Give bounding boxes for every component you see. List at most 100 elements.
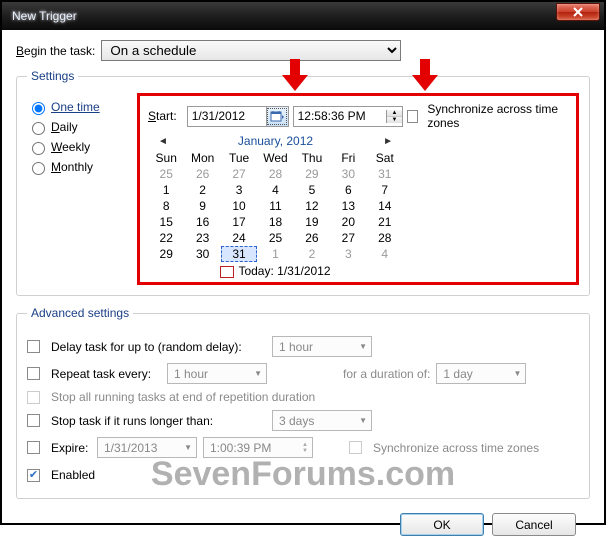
calendar-day-cell[interactable]: 18 <box>257 214 293 230</box>
duration-combo: 1 day▼ <box>436 363 526 384</box>
enabled-label: Enabled <box>51 468 95 482</box>
calendar-day-cell[interactable]: 29 <box>294 166 330 182</box>
calendar-day-cell[interactable]: 2 <box>294 246 330 262</box>
chevron-down-icon: ▼ <box>359 416 367 425</box>
calendar-day-cell[interactable]: 17 <box>221 214 257 230</box>
repeat-combo: 1 hour▼ <box>167 363 267 384</box>
calendar-day-cell[interactable]: 9 <box>184 198 220 214</box>
calendar-day-cell[interactable]: 15 <box>148 214 184 230</box>
duration-label: for a duration of: <box>343 367 430 381</box>
calendar-today-row[interactable]: Today: 1/31/2012 <box>148 262 403 278</box>
delay-checkbox[interactable] <box>27 340 40 353</box>
calendar-icon <box>270 109 284 123</box>
annotation-arrow-icon <box>410 59 440 93</box>
calendar-prev-button[interactable]: ◄ <box>152 136 174 147</box>
repeat-checkbox[interactable] <box>27 367 40 380</box>
calendar-day-cell[interactable]: 4 <box>367 246 403 262</box>
window-title: New Trigger <box>12 9 556 23</box>
calendar-day-cell[interactable]: 21 <box>367 214 403 230</box>
calendar-day-cell[interactable]: 20 <box>330 214 366 230</box>
calendar-day-cell[interactable]: 1 <box>148 182 184 198</box>
calendar-day-cell[interactable]: 7 <box>367 182 403 198</box>
delay-combo: 1 hour▼ <box>272 336 372 357</box>
calendar-grid: SunMonTueWedThuFriSat2526272829303112345… <box>148 150 403 262</box>
calendar-day-cell[interactable]: 3 <box>330 246 366 262</box>
calendar-day-cell[interactable]: 12 <box>294 198 330 214</box>
calendar-day-cell[interactable]: 31 <box>367 166 403 182</box>
calendar-day-header: Sat <box>367 150 403 166</box>
calendar-day-cell[interactable]: 3 <box>221 182 257 198</box>
chevron-down-icon[interactable]: ▼ <box>387 117 402 123</box>
calendar-next-button[interactable]: ► <box>377 136 399 147</box>
start-time-value: 12:58:36 PM <box>294 107 386 125</box>
delay-label: Delay task for up to (random delay): <box>51 340 266 354</box>
stop-if-checkbox[interactable] <box>27 414 40 427</box>
calendar-day-cell[interactable]: 22 <box>148 230 184 246</box>
start-date-field[interactable]: 1/31/2012 <box>187 106 289 127</box>
stop-if-label: Stop task if it runs longer than: <box>51 414 266 428</box>
date-picker-button[interactable] <box>266 107 288 126</box>
calendar-day-header: Mon <box>184 150 220 166</box>
calendar-day-cell[interactable]: 1 <box>257 246 293 262</box>
sync-timezones-checkbox[interactable] <box>407 110 418 123</box>
calendar-day-cell[interactable]: 24 <box>221 230 257 246</box>
calendar-today-label: Today: 1/31/2012 <box>238 264 330 278</box>
expire-time-field: 1:00:39 PM ▲▼ <box>203 437 313 458</box>
radio-monthly[interactable] <box>32 162 45 175</box>
calendar-day-cell[interactable]: 11 <box>257 198 293 214</box>
repeat-label: Repeat task every: <box>51 367 161 381</box>
title-bar: New Trigger <box>2 2 604 30</box>
calendar-day-cell[interactable]: 19 <box>294 214 330 230</box>
calendar-day-cell[interactable]: 31 <box>221 246 257 262</box>
radio-daily[interactable] <box>32 122 45 135</box>
calendar-day-cell[interactable]: 2 <box>184 182 220 198</box>
today-indicator-icon <box>220 266 234 278</box>
calendar-day-cell[interactable]: 28 <box>367 230 403 246</box>
radio-weekly-label: Weekly <box>51 140 90 154</box>
calendar-day-cell[interactable]: 30 <box>330 166 366 182</box>
calendar-day-header: Fri <box>330 150 366 166</box>
start-time-field[interactable]: 12:58:36 PM ▲ ▼ <box>293 106 403 127</box>
close-icon <box>573 7 583 17</box>
expire-checkbox[interactable] <box>27 441 40 454</box>
calendar-day-cell[interactable]: 28 <box>257 166 293 182</box>
calendar-day-cell[interactable]: 10 <box>221 198 257 214</box>
calendar-day-cell[interactable]: 13 <box>330 198 366 214</box>
calendar-day-cell[interactable]: 26 <box>294 230 330 246</box>
chevron-down-icon: ▼ <box>513 369 521 378</box>
calendar-day-cell[interactable]: 29 <box>148 246 184 262</box>
expire-sync-checkbox <box>349 441 362 454</box>
stop-all-checkbox <box>27 391 40 404</box>
calendar-day-cell[interactable]: 8 <box>148 198 184 214</box>
radio-daily-label: Daily <box>51 120 78 134</box>
chevron-up-icon[interactable]: ▲ <box>387 110 402 117</box>
calendar-day-cell[interactable]: 27 <box>330 230 366 246</box>
expire-date-field: 1/31/2013▼ <box>97 437 197 458</box>
start-label: Start: <box>148 109 177 123</box>
annotation-arrow-icon <box>280 59 310 93</box>
calendar-day-cell[interactable]: 23 <box>184 230 220 246</box>
advanced-legend: Advanced settings <box>27 306 133 320</box>
calendar-day-cell[interactable]: 4 <box>257 182 293 198</box>
calendar-day-cell[interactable]: 30 <box>184 246 220 262</box>
radio-one-time[interactable] <box>32 102 45 115</box>
calendar-day-cell[interactable]: 25 <box>257 230 293 246</box>
expire-label: Expire: <box>51 441 91 455</box>
close-button[interactable] <box>556 3 600 21</box>
calendar-day-cell[interactable]: 26 <box>184 166 220 182</box>
radio-weekly[interactable] <box>32 142 45 155</box>
radio-monthly-label: Monthly <box>51 160 93 174</box>
calendar-day-cell[interactable]: 6 <box>330 182 366 198</box>
calendar-month-label[interactable]: January, 2012 <box>238 134 313 148</box>
calendar-day-cell[interactable]: 25 <box>148 166 184 182</box>
begin-task-select[interactable]: On a schedule <box>101 40 401 61</box>
stop-all-label: Stop all running tasks at end of repetit… <box>51 390 315 404</box>
calendar-day-cell[interactable]: 14 <box>367 198 403 214</box>
calendar-day-cell[interactable]: 5 <box>294 182 330 198</box>
enabled-checkbox[interactable] <box>27 469 40 482</box>
calendar-day-cell[interactable]: 16 <box>184 214 220 230</box>
calendar-day-cell[interactable]: 27 <box>221 166 257 182</box>
time-spinner[interactable]: ▲ ▼ <box>386 110 402 123</box>
settings-legend: Settings <box>27 69 78 83</box>
radio-one-time-label: One time <box>51 100 100 114</box>
